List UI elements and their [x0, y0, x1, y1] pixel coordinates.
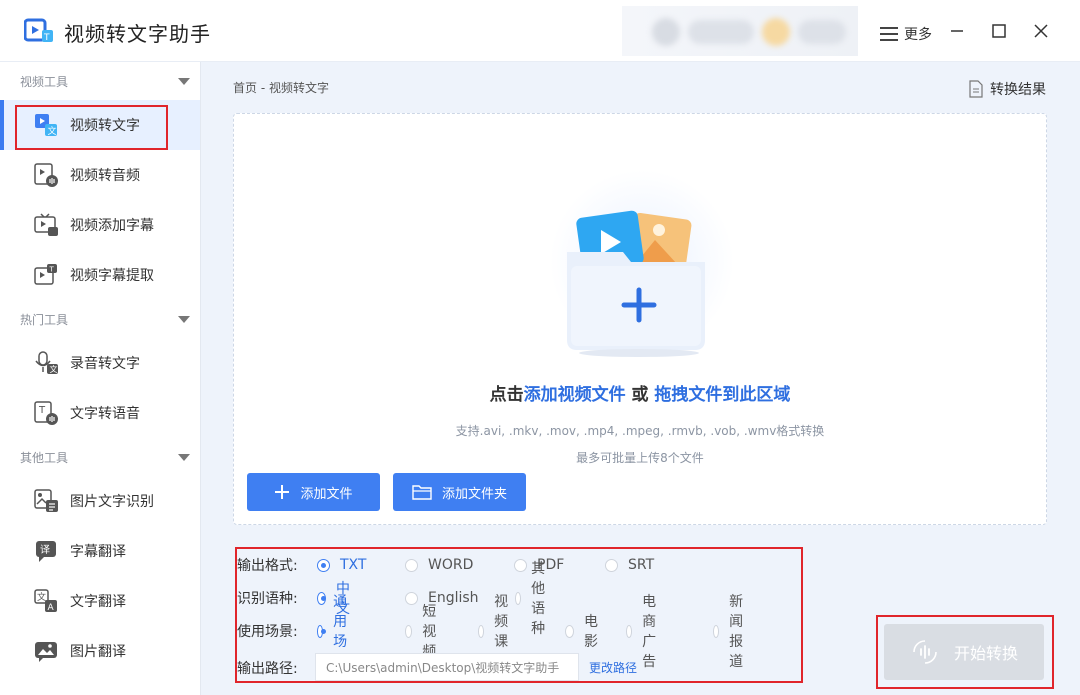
subtitle-translate-icon: 译	[32, 537, 60, 565]
audio-wave-icon	[913, 640, 937, 664]
document-icon	[969, 80, 983, 98]
radio-format-txt[interactable]: TXT	[317, 557, 366, 573]
svg-text:T: T	[38, 405, 46, 416]
svg-text:A: A	[48, 603, 55, 613]
svg-text:译: 译	[40, 544, 50, 556]
sidebar-section-other-tools[interactable]: 其他工具	[0, 438, 200, 476]
radio-scene-short-video[interactable]: 短视频	[405, 601, 442, 661]
breadcrumb: 首页 - 视频转文字	[233, 81, 329, 95]
svg-text:文: 文	[48, 125, 57, 137]
image-translate-icon	[32, 637, 60, 665]
radio-language-other[interactable]: 其他语种	[515, 558, 552, 638]
sidebar-item-video-to-text[interactable]: 文 视频转文字	[0, 100, 200, 150]
change-path-link[interactable]: 更改路径	[589, 659, 637, 676]
maximize-icon[interactable]	[990, 22, 1008, 40]
menu-icon	[880, 27, 898, 41]
output-path-input[interactable]	[315, 653, 579, 681]
sidebar-item-subtitle-translate[interactable]: 译 字幕翻译	[0, 526, 200, 576]
supported-formats-text: 支持.avi, .mkv, .mov, .mp4, .mpeg, .rmvb, …	[455, 424, 825, 438]
title-bar: T 视频转文字助手 更多	[0, 0, 1080, 62]
sidebar-item-image-ocr[interactable]: 图片文字识别	[0, 476, 200, 526]
svg-text:T: T	[43, 33, 50, 43]
radio-format-word[interactable]: WORD	[405, 557, 473, 573]
usage-scene-row: 使用场景: 通用场景 短视频 视频课程 电影 电商广告 新闻报道	[237, 594, 743, 670]
image-ocr-icon	[32, 487, 60, 515]
sidebar-item-text-to-speech[interactable]: T 文字转语音	[0, 388, 200, 438]
close-icon[interactable]	[1032, 22, 1050, 40]
recognition-language-row: 识别语种: 中文 English 其他语种	[237, 561, 545, 637]
sidebar-section-hot-tools[interactable]: 热门工具	[0, 300, 200, 338]
collapse-arrow-icon	[178, 315, 190, 323]
drop-zone-title: 点击添加视频文件 或 拖拽文件到此区域	[489, 385, 791, 405]
collapse-arrow-icon	[178, 453, 190, 461]
app-title: 视频转文字助手	[64, 22, 211, 46]
file-drop-zone[interactable]: 点击添加视频文件 或 拖拽文件到此区域 支持.avi, .mkv, .mov, …	[233, 113, 1047, 525]
sidebar-item-text-translate[interactable]: 文A 文字翻译	[0, 576, 200, 626]
more-menu-button[interactable]: 更多	[880, 24, 932, 44]
svg-text:文: 文	[37, 591, 46, 603]
add-video-file-link[interactable]: 添加视频文件	[524, 385, 626, 405]
add-file-button[interactable]: 添加文件	[247, 473, 380, 511]
plus-icon	[275, 485, 290, 499]
sidebar-item-subtitle-extract[interactable]: T 视频字幕提取	[0, 250, 200, 300]
more-label: 更多	[904, 27, 932, 43]
radio-format-srt[interactable]: SRT	[605, 557, 654, 573]
folder-icon	[412, 485, 432, 500]
video-to-audio-icon	[32, 161, 60, 189]
minimize-icon[interactable]	[948, 22, 966, 40]
sidebar: 视频工具 文 视频转文字 视频转音频 视频添加字幕 T 视频字幕提取 热门工具 …	[0, 62, 201, 695]
upload-limit-text: 最多可批量上传8个文件	[576, 451, 704, 465]
output-path-row: 输出路径:	[237, 661, 298, 677]
svg-text:T: T	[49, 266, 55, 274]
sidebar-section-video-tools[interactable]: 视频工具	[0, 62, 200, 100]
app-logo-icon: T	[24, 18, 53, 43]
conversion-result-button[interactable]: 转换结果	[968, 79, 1046, 99]
account-area[interactable]	[622, 6, 858, 56]
radio-scene-movie[interactable]: 电影	[565, 611, 602, 651]
radio-scene-news[interactable]: 新闻报道	[713, 591, 750, 671]
subtitle-extract-icon: T	[32, 261, 60, 289]
add-subtitle-icon	[32, 211, 60, 239]
add-folder-button[interactable]: 添加文件夹	[393, 473, 526, 511]
folder-upload-icon	[550, 170, 734, 357]
start-conversion-button[interactable]: 开始转换	[884, 624, 1044, 680]
sidebar-item-image-translate[interactable]: 图片翻译	[0, 626, 200, 676]
collapse-arrow-icon	[178, 77, 190, 85]
video-to-text-icon: 文	[32, 111, 60, 139]
output-format-row: 输出格式: TXT WORD PDF SRT	[237, 557, 655, 574]
sidebar-item-recording-to-text[interactable]: 文 录音转文字	[0, 338, 200, 388]
sidebar-item-add-subtitle[interactable]: 视频添加字幕	[0, 200, 200, 250]
text-to-speech-icon: T	[32, 399, 60, 427]
text-translate-icon: 文A	[32, 587, 60, 615]
svg-text:文: 文	[50, 364, 58, 374]
sidebar-item-video-to-audio[interactable]: 视频转音频	[0, 150, 200, 200]
drag-file-link[interactable]: 拖拽文件到此区域	[654, 385, 790, 405]
output-options-panel: 输出格式: TXT WORD PDF SRT 识别语种: 中文 English …	[235, 547, 803, 683]
microphone-icon: 文	[32, 349, 60, 377]
